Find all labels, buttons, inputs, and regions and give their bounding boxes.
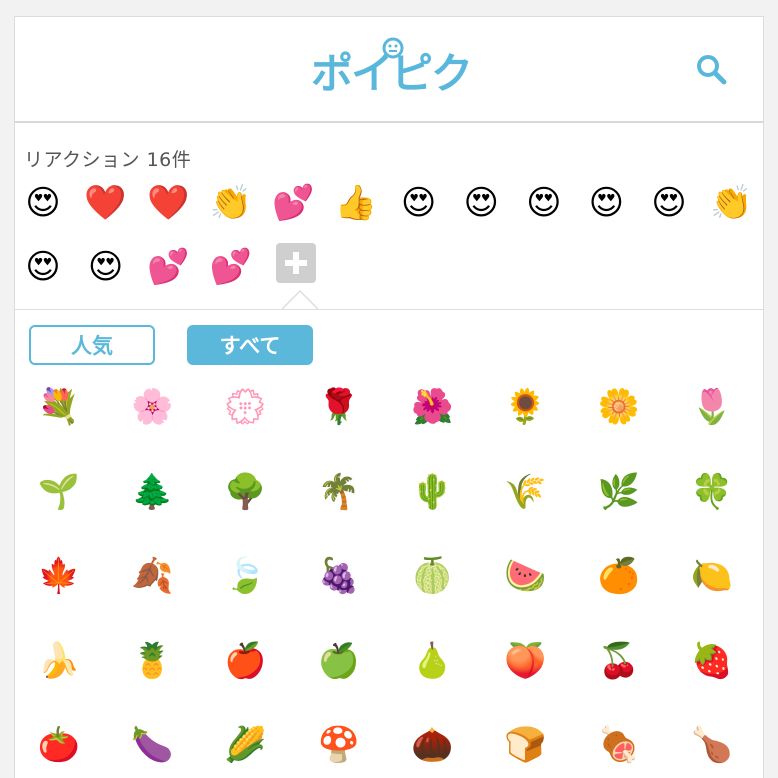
emoji-option[interactable]: 🌿 bbox=[584, 464, 654, 520]
emoji-option[interactable]: 🌸 bbox=[117, 379, 187, 435]
emoji-option[interactable]: 🍄 bbox=[304, 717, 374, 773]
emoji-option[interactable]: 🌰 bbox=[397, 717, 467, 773]
emoji-option[interactable]: 🌲 bbox=[117, 464, 187, 520]
tab-all[interactable]: すべて bbox=[187, 325, 313, 365]
emoji-option[interactable]: 🍖 bbox=[584, 717, 654, 773]
emoji-tabs: 人気 すべて bbox=[15, 325, 763, 373]
poipiku-logo[interactable]: ポイピク bbox=[305, 37, 477, 101]
emoji-option[interactable]: 🍉 bbox=[491, 548, 561, 604]
popup-pointer bbox=[282, 289, 318, 310]
reaction-emoji[interactable]: 😍 bbox=[456, 181, 506, 225]
reaction-section: リアクション 16件 😍 ❤️ ❤️ 👏 💕 👍 😍 😍 😍 😍 😍 👏 😍 😍 💕 💕 bbox=[15, 123, 763, 310]
emoji-option[interactable]: 🍓 bbox=[677, 633, 747, 689]
reaction-emoji[interactable]: 😍 bbox=[18, 245, 68, 289]
emoji-option[interactable]: 🍑 bbox=[491, 633, 561, 689]
emoji-option[interactable]: 🌺 bbox=[397, 379, 467, 435]
emoji-option[interactable]: 🌱 bbox=[24, 464, 94, 520]
emoji-option[interactable]: 🌼 bbox=[584, 379, 654, 435]
reaction-emoji[interactable]: 💕 bbox=[143, 245, 193, 289]
emoji-option[interactable]: 🍐 bbox=[397, 633, 467, 689]
emoji-option[interactable]: 🍃 bbox=[211, 548, 281, 604]
reaction-emoji[interactable]: 👏 bbox=[707, 181, 757, 225]
emoji-option[interactable]: 🌴 bbox=[304, 464, 374, 520]
emoji-reaction-panel: ポイピク リアクション 16件 😍 ❤️ ❤️ 👏 💕 👍 😍 😍 😍 😍 😍 👏 😍 😍 💕 💕 人気 すべ… bbox=[14, 16, 764, 778]
emoji-option[interactable]: 🌳 bbox=[211, 464, 281, 520]
emoji-option[interactable]: 🌾 bbox=[491, 464, 561, 520]
emoji-option[interactable]: 🍏 bbox=[304, 633, 374, 689]
emoji-option[interactable]: 🌽 bbox=[211, 717, 281, 773]
emoji-option[interactable]: 🌵 bbox=[397, 464, 467, 520]
reaction-emoji[interactable]: 💕 bbox=[268, 181, 318, 225]
emoji-option[interactable]: 🍆 bbox=[117, 717, 187, 773]
emoji-option[interactable]: 🍁 bbox=[24, 548, 94, 604]
reaction-emoji[interactable]: 👏 bbox=[206, 181, 256, 225]
emoji-option[interactable]: 🍌 bbox=[24, 633, 94, 689]
emoji-option[interactable]: 🍊 bbox=[584, 548, 654, 604]
emoji-option[interactable]: 🌹 bbox=[304, 379, 374, 435]
reaction-emoji[interactable]: 😍 bbox=[18, 181, 68, 225]
emoji-option[interactable]: 🌷 bbox=[677, 379, 747, 435]
reaction-count-title: リアクション 16件 bbox=[24, 149, 192, 171]
reaction-emoji[interactable]: ❤️ bbox=[81, 181, 131, 225]
emoji-option[interactable]: 🍎 bbox=[211, 633, 281, 689]
reaction-emoji[interactable]: 😍 bbox=[519, 181, 569, 225]
reaction-emoji[interactable]: 💕 bbox=[206, 245, 256, 289]
reaction-emoji[interactable]: 👍 bbox=[331, 181, 381, 225]
emoji-option[interactable]: 🍞 bbox=[491, 717, 561, 773]
emoji-option[interactable]: 🍅 bbox=[24, 717, 94, 773]
logo-text: ポイピク bbox=[310, 49, 473, 98]
reaction-emoji[interactable]: 😍 bbox=[394, 181, 444, 225]
emoji-option[interactable]: 🍍 bbox=[117, 633, 187, 689]
emoji-option[interactable]: 🍒 bbox=[584, 633, 654, 689]
search-icon[interactable] bbox=[695, 53, 727, 85]
emoji-option[interactable]: 💐 bbox=[24, 379, 94, 435]
reaction-emoji[interactable]: ❤️ bbox=[143, 181, 193, 225]
reaction-emoji[interactable]: 😍 bbox=[581, 181, 631, 225]
emoji-option[interactable]: 🍀 bbox=[677, 464, 747, 520]
emoji-option[interactable]: 🍈 bbox=[397, 548, 467, 604]
reaction-emoji[interactable]: 😍 bbox=[644, 181, 694, 225]
emoji-option[interactable]: 🍇 bbox=[304, 548, 374, 604]
add-reaction-button[interactable] bbox=[276, 243, 316, 283]
emoji-option[interactable]: 💮 bbox=[211, 379, 281, 435]
emoji-option[interactable]: 🍗 bbox=[677, 717, 747, 773]
emoji-option[interactable]: 🍋 bbox=[677, 548, 747, 604]
emoji-option[interactable]: 🌻 bbox=[491, 379, 561, 435]
emoji-option[interactable]: 🍂 bbox=[117, 548, 187, 604]
tab-popular[interactable]: 人気 bbox=[29, 325, 155, 365]
reaction-emoji[interactable]: 😍 bbox=[81, 245, 131, 289]
app-header: ポイピク bbox=[15, 17, 763, 123]
